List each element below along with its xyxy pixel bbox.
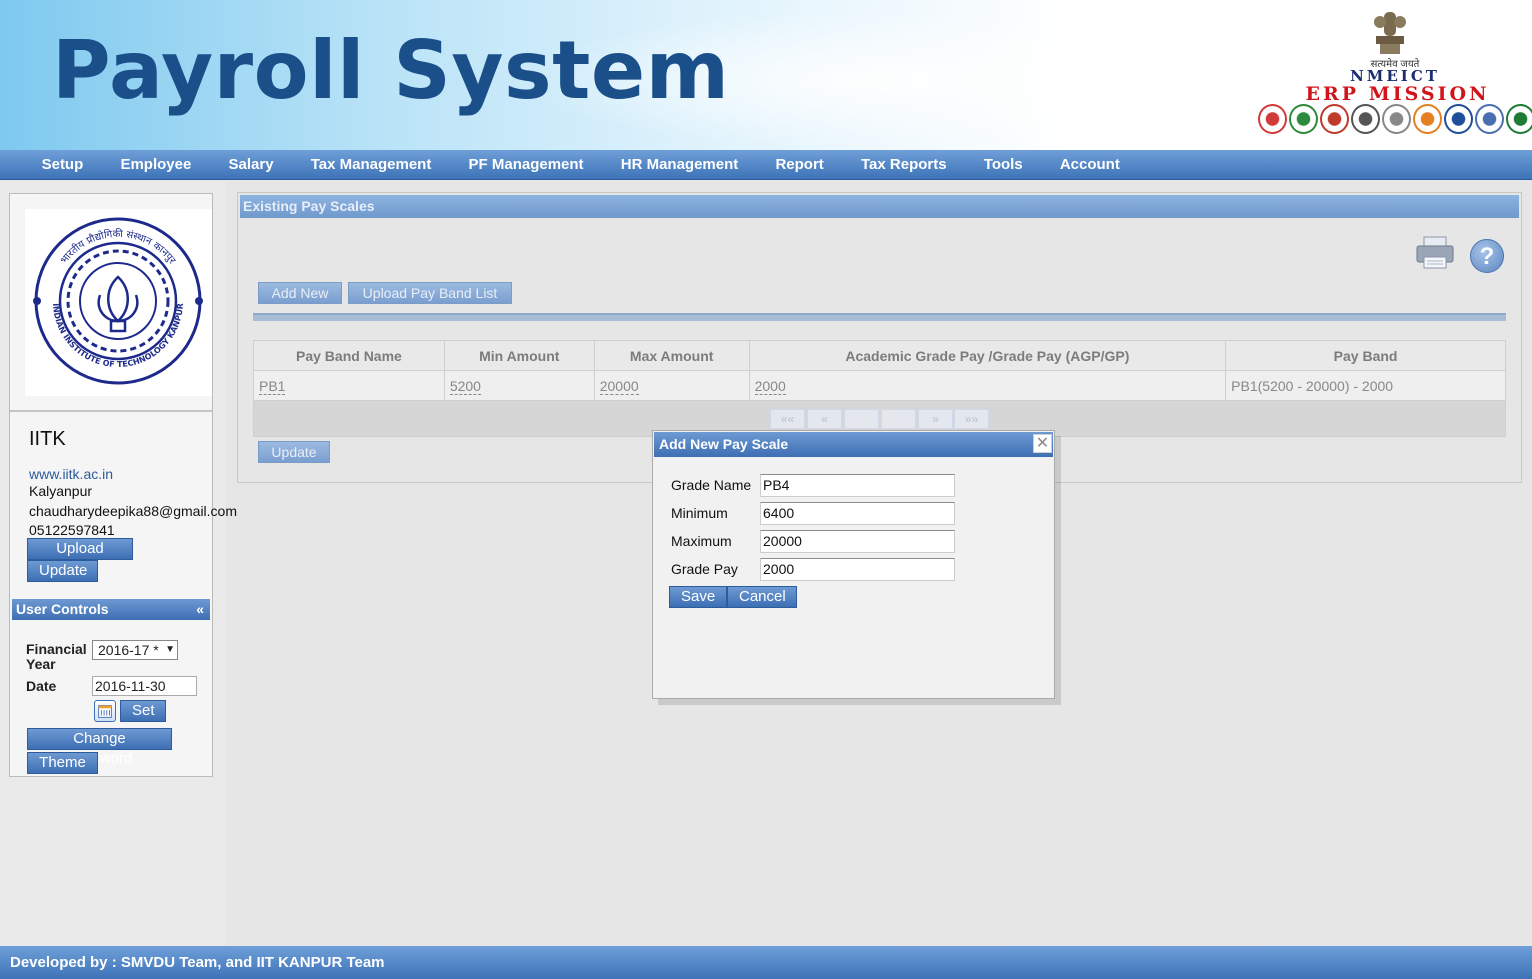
- minimum-input[interactable]: 6400: [760, 502, 955, 525]
- panel-title: Existing Pay Scales: [240, 195, 1519, 218]
- cancel-button[interactable]: Cancel: [727, 586, 797, 608]
- user-controls-header: User Controls «: [12, 599, 210, 620]
- save-button[interactable]: Save: [669, 586, 727, 608]
- partner-logo-5: [1382, 104, 1411, 134]
- minimum-label: Minimum: [671, 505, 728, 521]
- column-header[interactable]: Max Amount: [593, 340, 750, 371]
- user-controls-title: User Controls: [16, 601, 109, 617]
- upload-logo-button[interactable]: Upload Logo: [27, 538, 133, 577]
- column-header[interactable]: Min Amount: [443, 340, 595, 371]
- menu-item-employee[interactable]: Employee: [102, 150, 210, 179]
- partner-logo-8: [1475, 104, 1504, 134]
- partner-logo-4: [1351, 104, 1380, 134]
- change-password-button[interactable]: Change Password: [27, 728, 172, 767]
- cell-min[interactable]: 5200: [443, 370, 595, 401]
- cell-band-value: PB1(5200 - 20000) - 2000: [1231, 377, 1394, 394]
- partner-logo-7: [1444, 104, 1473, 134]
- org-address: Kalyanpur: [29, 483, 93, 499]
- financial-year-label: Financial Year: [26, 641, 87, 672]
- partner-logo-9: [1506, 104, 1532, 134]
- left-sidebar: भारतीय प्रौद्योगिकी संस्थान कानपुर INDIA…: [0, 181, 237, 946]
- cell-name-value: PB1: [259, 377, 286, 395]
- add-new-button[interactable]: Add New: [258, 282, 342, 304]
- next-page-button[interactable]: »: [918, 409, 953, 429]
- table-toolbar-separator: [253, 313, 1506, 321]
- grade-name-label: Grade Name: [671, 477, 752, 493]
- menu-item-tools[interactable]: Tools: [965, 150, 1041, 179]
- financial-year-select[interactable]: 2016-17 * ▼: [92, 640, 178, 660]
- national-emblem-icon: [1374, 12, 1406, 54]
- maximum-label: Maximum: [671, 533, 732, 549]
- menu-item-pf-management[interactable]: PF Management: [450, 150, 602, 179]
- cell-agp[interactable]: 2000: [748, 370, 1227, 401]
- help-icon[interactable]: ?: [1470, 239, 1504, 273]
- page-input[interactable]: [844, 409, 879, 429]
- grade-pay-input[interactable]: 2000: [760, 558, 955, 581]
- profile-divider: [10, 410, 212, 412]
- date-input[interactable]: 2016-11-30: [92, 676, 197, 696]
- app-header: Payroll System सत्यमेव जयते NMEICT ERP M…: [0, 0, 1532, 150]
- table-header-row: Pay Band Name Min Amount Max Amount Academi…: [253, 340, 1506, 371]
- cell-agp-value: 2000: [754, 377, 786, 395]
- grade-pay-label: Grade Pay: [671, 561, 738, 577]
- menu-item-tax-management[interactable]: Tax Management: [292, 150, 450, 179]
- cell-min-value: 5200: [449, 377, 481, 395]
- column-header[interactable]: Pay Band: [1225, 340, 1506, 371]
- partner-logo-2: [1289, 104, 1318, 134]
- page-count[interactable]: [881, 409, 916, 429]
- institute-logo: भारतीय प्रौद्योगिकी संस्थान कानपुर INDIA…: [25, 209, 212, 396]
- footer: Developed by : SMVDU Team, and IIT KANPU…: [0, 946, 1532, 979]
- dialog-title: Add New Pay Scale: [654, 432, 1053, 457]
- cell-max[interactable]: 20000: [593, 370, 750, 401]
- add-pay-scale-dialog: Add New Pay Scale ✕ Grade Name PB4 Minim…: [652, 430, 1055, 699]
- menu-item-tax-reports[interactable]: Tax Reports: [842, 150, 965, 179]
- main-menu: Setup Employee Salary Tax Management PF Mana…: [0, 150, 1532, 180]
- menu-item-hr-management[interactable]: HR Management: [602, 150, 757, 179]
- cell-name[interactable]: PB1: [253, 370, 445, 401]
- app-title: Payroll System: [52, 24, 730, 117]
- org-name: IITK: [29, 428, 66, 450]
- pay-scales-table: Pay Band Name Min Amount Max Amount Academi…: [253, 340, 1506, 401]
- maximum-input[interactable]: 20000: [760, 530, 955, 553]
- profile-panel: भारतीय प्रौद्योगिकी संस्थान कानपुर INDIA…: [9, 193, 237, 777]
- date-label: Date: [26, 678, 57, 694]
- partner-logo-6: [1413, 104, 1442, 134]
- grade-name-input[interactable]: PB4: [760, 474, 955, 497]
- org-phone: 05122597841: [29, 522, 115, 538]
- update-profile-button[interactable]: Update: [27, 560, 98, 582]
- menu-item-salary[interactable]: Salary: [210, 150, 292, 179]
- column-header[interactable]: Pay Band Name: [253, 340, 445, 371]
- menu-item-account[interactable]: Account: [1041, 150, 1138, 179]
- grid-update-button[interactable]: Update: [258, 441, 330, 463]
- first-page-button[interactable]: ««: [770, 409, 805, 429]
- calendar-icon[interactable]: [94, 700, 116, 722]
- collapse-icon[interactable]: «: [196, 599, 204, 620]
- column-header[interactable]: Academic Grade Pay /Grade Pay (AGP/GP): [748, 340, 1227, 371]
- cell-max-value: 20000: [599, 377, 639, 395]
- partner-logo-1: [1258, 104, 1287, 134]
- print-icon[interactable]: [1415, 235, 1455, 271]
- cell-band: PB1(5200 - 20000) - 2000: [1225, 370, 1506, 401]
- menu-item-report[interactable]: Report: [757, 150, 843, 179]
- org-website-link[interactable]: www.iitk.ac.in: [29, 466, 113, 482]
- org-email: chaudharydeepika88@gmail.com: [29, 503, 237, 519]
- close-icon[interactable]: ✕: [1033, 434, 1052, 453]
- dropdown-arrow-icon: ▼: [165, 644, 175, 655]
- table-row[interactable]: PB1 5200 20000 2000 PB1(5200 - 20000) - 2000: [253, 370, 1506, 401]
- erp-mission-label: ERP MISSION: [1305, 83, 1490, 105]
- theme-button[interactable]: Theme: [27, 752, 98, 774]
- financial-year-value: 2016-17 *: [98, 642, 159, 658]
- upload-pay-band-list-button[interactable]: Upload Pay Band List: [348, 282, 512, 304]
- last-page-button[interactable]: »»: [954, 409, 989, 429]
- partner-logo-3: [1320, 104, 1349, 134]
- prev-page-button[interactable]: «: [807, 409, 842, 429]
- set-date-button[interactable]: Set: [120, 700, 166, 722]
- partner-logo-strip: [1258, 104, 1532, 134]
- menu-item-setup[interactable]: Setup: [23, 150, 102, 179]
